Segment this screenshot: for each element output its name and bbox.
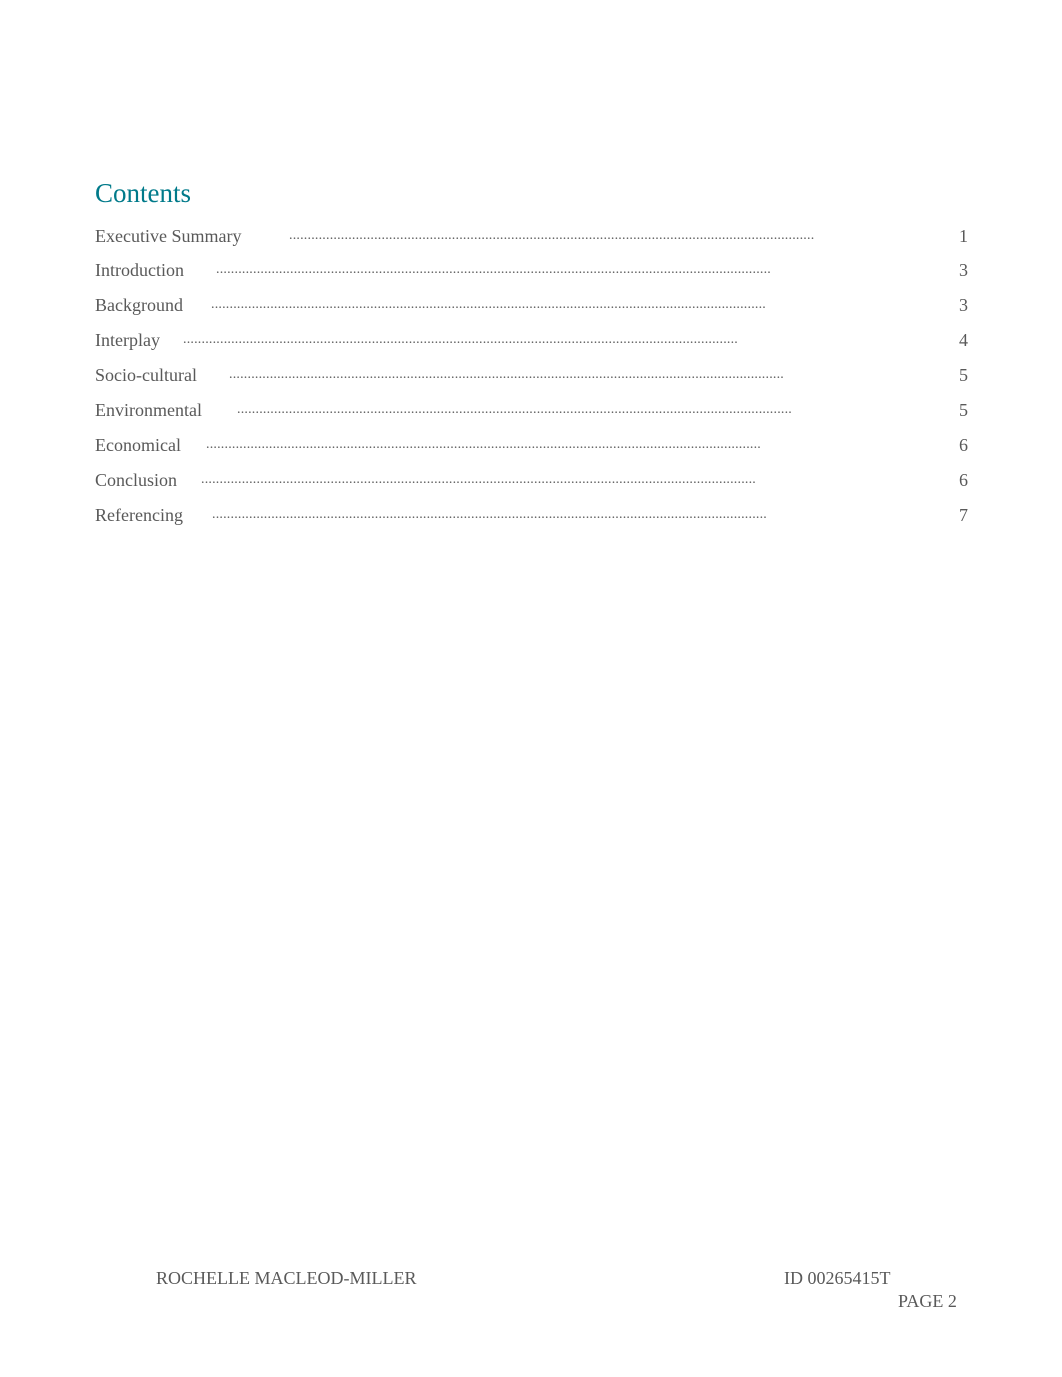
toc-entry-label: Interplay <box>95 330 160 350</box>
toc-entry-economical[interactable]: Economical .............................… <box>95 433 968 457</box>
toc-entry-label: Environmental <box>95 400 202 420</box>
dot-leader: ........................................… <box>211 297 766 312</box>
footer-page-number: PAGE 2 <box>898 1291 957 1311</box>
toc-entry-label: Referencing <box>95 505 183 525</box>
toc-entry-page: 4 <box>959 330 968 350</box>
dot-leader: ........................................… <box>183 332 738 347</box>
toc-entry-page: 3 <box>959 260 968 280</box>
toc-entry-label: Executive Summary <box>95 226 242 246</box>
toc-entry-page: 6 <box>959 435 968 455</box>
toc-entry-page: 3 <box>959 295 968 315</box>
toc-entry-referencing[interactable]: Referencing ............................… <box>95 503 968 527</box>
dot-leader: ........................................… <box>289 228 815 243</box>
dot-leader: ........................................… <box>216 262 771 277</box>
dot-leader: ........................................… <box>237 402 792 417</box>
toc-entry-label: Conclusion <box>95 470 178 490</box>
toc-entry-page: 7 <box>959 505 968 525</box>
toc-entry-page: 5 <box>959 365 968 385</box>
dot-leader: ........................................… <box>201 472 756 487</box>
footer-author: ROCHELLE MACLEOD-MILLER <box>156 1268 417 1288</box>
toc-entry-executive-summary[interactable]: Executive Summary ......................… <box>95 224 968 248</box>
toc-entry-label: Socio-cultural <box>95 365 197 385</box>
toc-title: Contents <box>95 178 192 208</box>
toc-entry-environmental[interactable]: Environmental ..........................… <box>95 398 968 422</box>
toc-entry-background[interactable]: Background .............................… <box>95 293 968 317</box>
footer-student-id: ID 00265415T <box>784 1268 891 1288</box>
toc-entry-page: 6 <box>959 470 968 490</box>
dot-leader: ........................................… <box>212 507 767 522</box>
toc-entry-label: Background <box>95 295 183 315</box>
toc-entry-label: Introduction <box>95 260 184 280</box>
dot-leader: ........................................… <box>206 437 761 452</box>
toc-entry-label: Economical <box>95 435 181 455</box>
toc-entry-page: 1 <box>959 226 968 246</box>
toc-entry-socio-cultural[interactable]: Socio-cultural .........................… <box>95 363 968 387</box>
dot-leader: ........................................… <box>229 367 784 382</box>
toc-entry-introduction[interactable]: Introduction ...........................… <box>95 258 968 282</box>
toc-entry-interplay[interactable]: Interplay ..............................… <box>95 328 968 352</box>
toc-entry-conclusion[interactable]: Conclusion .............................… <box>95 468 968 492</box>
toc-entry-page: 5 <box>959 400 968 420</box>
